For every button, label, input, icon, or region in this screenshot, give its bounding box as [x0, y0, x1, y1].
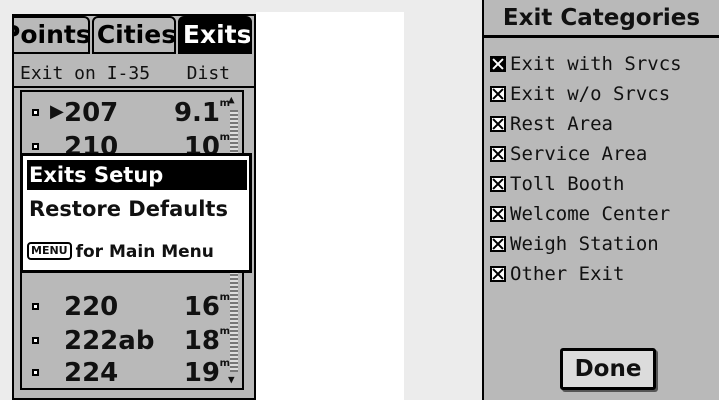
options-menu: Exits Setup Restore Defaults MENU for Mai…	[20, 153, 252, 273]
tab-points[interactable]: Points	[14, 16, 90, 54]
tab-exits[interactable]: Exits	[177, 16, 252, 54]
exit-number: 224	[64, 358, 119, 388]
checkbox-checked-icon[interactable]	[490, 206, 506, 222]
bullet-icon	[32, 109, 39, 116]
category-label: Rest Area	[510, 113, 613, 135]
menu-hint: MENU for Main Menu	[27, 240, 214, 264]
category-label: Toll Booth	[510, 173, 625, 195]
category-label: Exit w/o Srvcs	[510, 83, 671, 105]
category-label: Other Exit	[510, 263, 625, 285]
exit-distance: 9.1	[173, 98, 220, 128]
checkbox-checked-icon[interactable]	[490, 176, 506, 192]
page-title: Exit Categories	[484, 0, 719, 38]
category-label: Service Area	[510, 143, 648, 165]
category-label: Welcome Center	[510, 203, 671, 225]
exit-distance: 16	[183, 292, 220, 322]
exit-distance: 19	[183, 358, 220, 388]
bullet-icon	[32, 303, 39, 310]
checkbox-checked-icon[interactable]	[490, 146, 506, 162]
bullet-icon	[32, 143, 39, 150]
menu-item-restore-defaults[interactable]: Restore Defaults	[27, 194, 247, 224]
checkbox-checked-icon[interactable]	[490, 266, 506, 282]
exit-number: 207	[64, 98, 119, 128]
current-arrow-icon: ▶	[50, 101, 64, 122]
column-header-exit: Exit on I-35	[20, 63, 151, 84]
exit-categories-screen: Exit Categories Exit with Srvcs Exit w/o…	[482, 0, 719, 400]
scroll-up-icon[interactable]: ▲	[228, 94, 235, 106]
exit-number: 222ab	[64, 326, 155, 356]
tab-cities[interactable]: Cities	[91, 16, 176, 54]
checkbox-checked-icon[interactable]	[490, 56, 506, 72]
checkbox-checked-icon[interactable]	[490, 86, 506, 102]
checkbox-checked-icon[interactable]	[490, 116, 506, 132]
category-label: Weigh Station	[510, 233, 659, 255]
bullet-icon	[32, 337, 39, 344]
done-button[interactable]: Done	[560, 348, 656, 390]
category-label: Exit with Srvcs	[510, 53, 682, 75]
list-item[interactable]: 224 19 m	[22, 356, 242, 390]
list-item[interactable]: 222ab 18 m	[22, 324, 242, 358]
exits-screen: Points Cities Exits Exit on I-35 Dist ▶ …	[12, 14, 256, 400]
bullet-icon	[32, 369, 39, 376]
list-item[interactable]: 220 16 m	[22, 290, 242, 324]
menu-key-icon: MENU	[27, 242, 72, 260]
menu-hint-text: for Main Menu	[75, 242, 214, 262]
blank-panel	[256, 12, 404, 400]
exit-number: 220	[64, 292, 119, 322]
checkbox-checked-icon[interactable]	[490, 236, 506, 252]
tab-bar: Points Cities Exits	[14, 16, 254, 58]
column-header-dist: Dist	[186, 63, 230, 84]
menu-item-exits-setup[interactable]: Exits Setup	[27, 160, 247, 190]
scroll-down-icon[interactable]: ▼	[228, 374, 235, 386]
exit-distance: 18	[183, 326, 220, 356]
column-header: Exit on I-35 Dist	[14, 62, 254, 88]
list-item[interactable]: ▶ 207 9.1 m	[22, 96, 242, 130]
